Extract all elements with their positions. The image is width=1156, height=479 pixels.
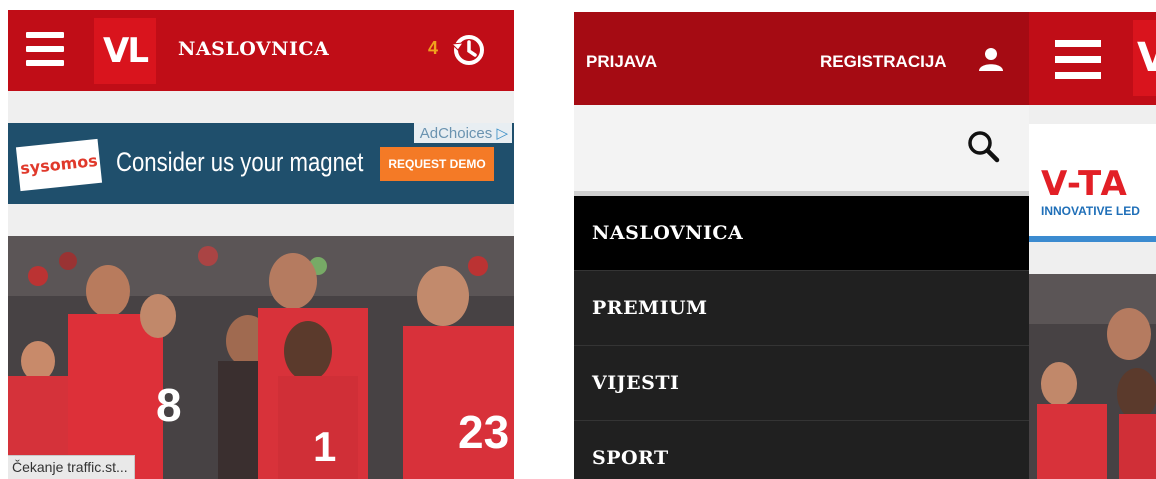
hamburger-icon[interactable] — [1055, 40, 1101, 88]
loading-status: Čekanje traffic.st... — [8, 455, 135, 479]
left-screen: VL NASLOVNICA 4 AdChoices ▷ sysomos Cons… — [8, 10, 514, 479]
ad-headline: Consider us your magnet — [116, 147, 364, 177]
history-clock-icon[interactable] — [448, 30, 488, 70]
history-count: 4 — [428, 38, 439, 58]
right-screen: PRIJAVA REGISTRACIJA NASLOVNICA PREMIUM … — [574, 12, 1156, 479]
user-icon[interactable] — [978, 46, 1004, 72]
request-demo-button[interactable]: REQUEST DEMO — [380, 147, 494, 181]
menu-item-premium[interactable]: PREMIUM — [574, 271, 1029, 346]
ad-banner[interactable]: AdChoices ▷ sysomos Consider us your mag… — [8, 123, 514, 204]
side-menu: PRIJAVA REGISTRACIJA NASLOVNICA PREMIUM … — [574, 12, 1029, 479]
photo-illustration: 8 1 23 — [8, 236, 514, 479]
search-bar — [574, 105, 1029, 196]
vtac-logo: V-TA — [1041, 164, 1129, 204]
login-link[interactable]: PRIJAVA — [586, 52, 657, 72]
site-logo-partial: V — [1133, 20, 1156, 96]
page-behind-menu[interactable]: V V-TA INNOVATIVE LED — [1029, 12, 1156, 479]
home-link[interactable]: NASLOVNICA — [178, 38, 329, 60]
search-icon[interactable] — [966, 129, 1002, 165]
svg-text:23: 23 — [458, 406, 509, 458]
search-input[interactable] — [582, 125, 966, 171]
vtac-ad[interactable]: V-TA INNOVATIVE LED — [1029, 124, 1156, 242]
menu-item-naslovnica[interactable]: NASLOVNICA — [574, 196, 1029, 271]
basketball-photo-partial[interactable] — [1029, 274, 1156, 479]
svg-text:8: 8 — [156, 379, 182, 431]
site-logo[interactable]: VL — [94, 18, 156, 84]
hamburger-icon[interactable] — [26, 32, 64, 66]
photo-illustration — [1029, 274, 1156, 479]
peek-top-bar: V — [1029, 12, 1156, 105]
svg-text:1: 1 — [313, 423, 336, 470]
menu-item-vijesti[interactable]: VIJESTI — [574, 346, 1029, 421]
menu-header: PRIJAVA REGISTRACIJA — [574, 12, 1029, 105]
menu-item-sport[interactable]: SPORT — [574, 421, 1029, 479]
top-bar: VL NASLOVNICA 4 — [8, 10, 514, 91]
basketball-team-photo[interactable]: 8 1 23 Čekanje traffic.st... — [8, 236, 514, 479]
vtac-tagline: INNOVATIVE LED — [1041, 204, 1140, 218]
sysomos-logo: sysomos — [15, 138, 103, 192]
adchoices-label[interactable]: AdChoices ▷ — [413, 123, 512, 143]
register-link[interactable]: REGISTRACIJA — [820, 52, 947, 72]
